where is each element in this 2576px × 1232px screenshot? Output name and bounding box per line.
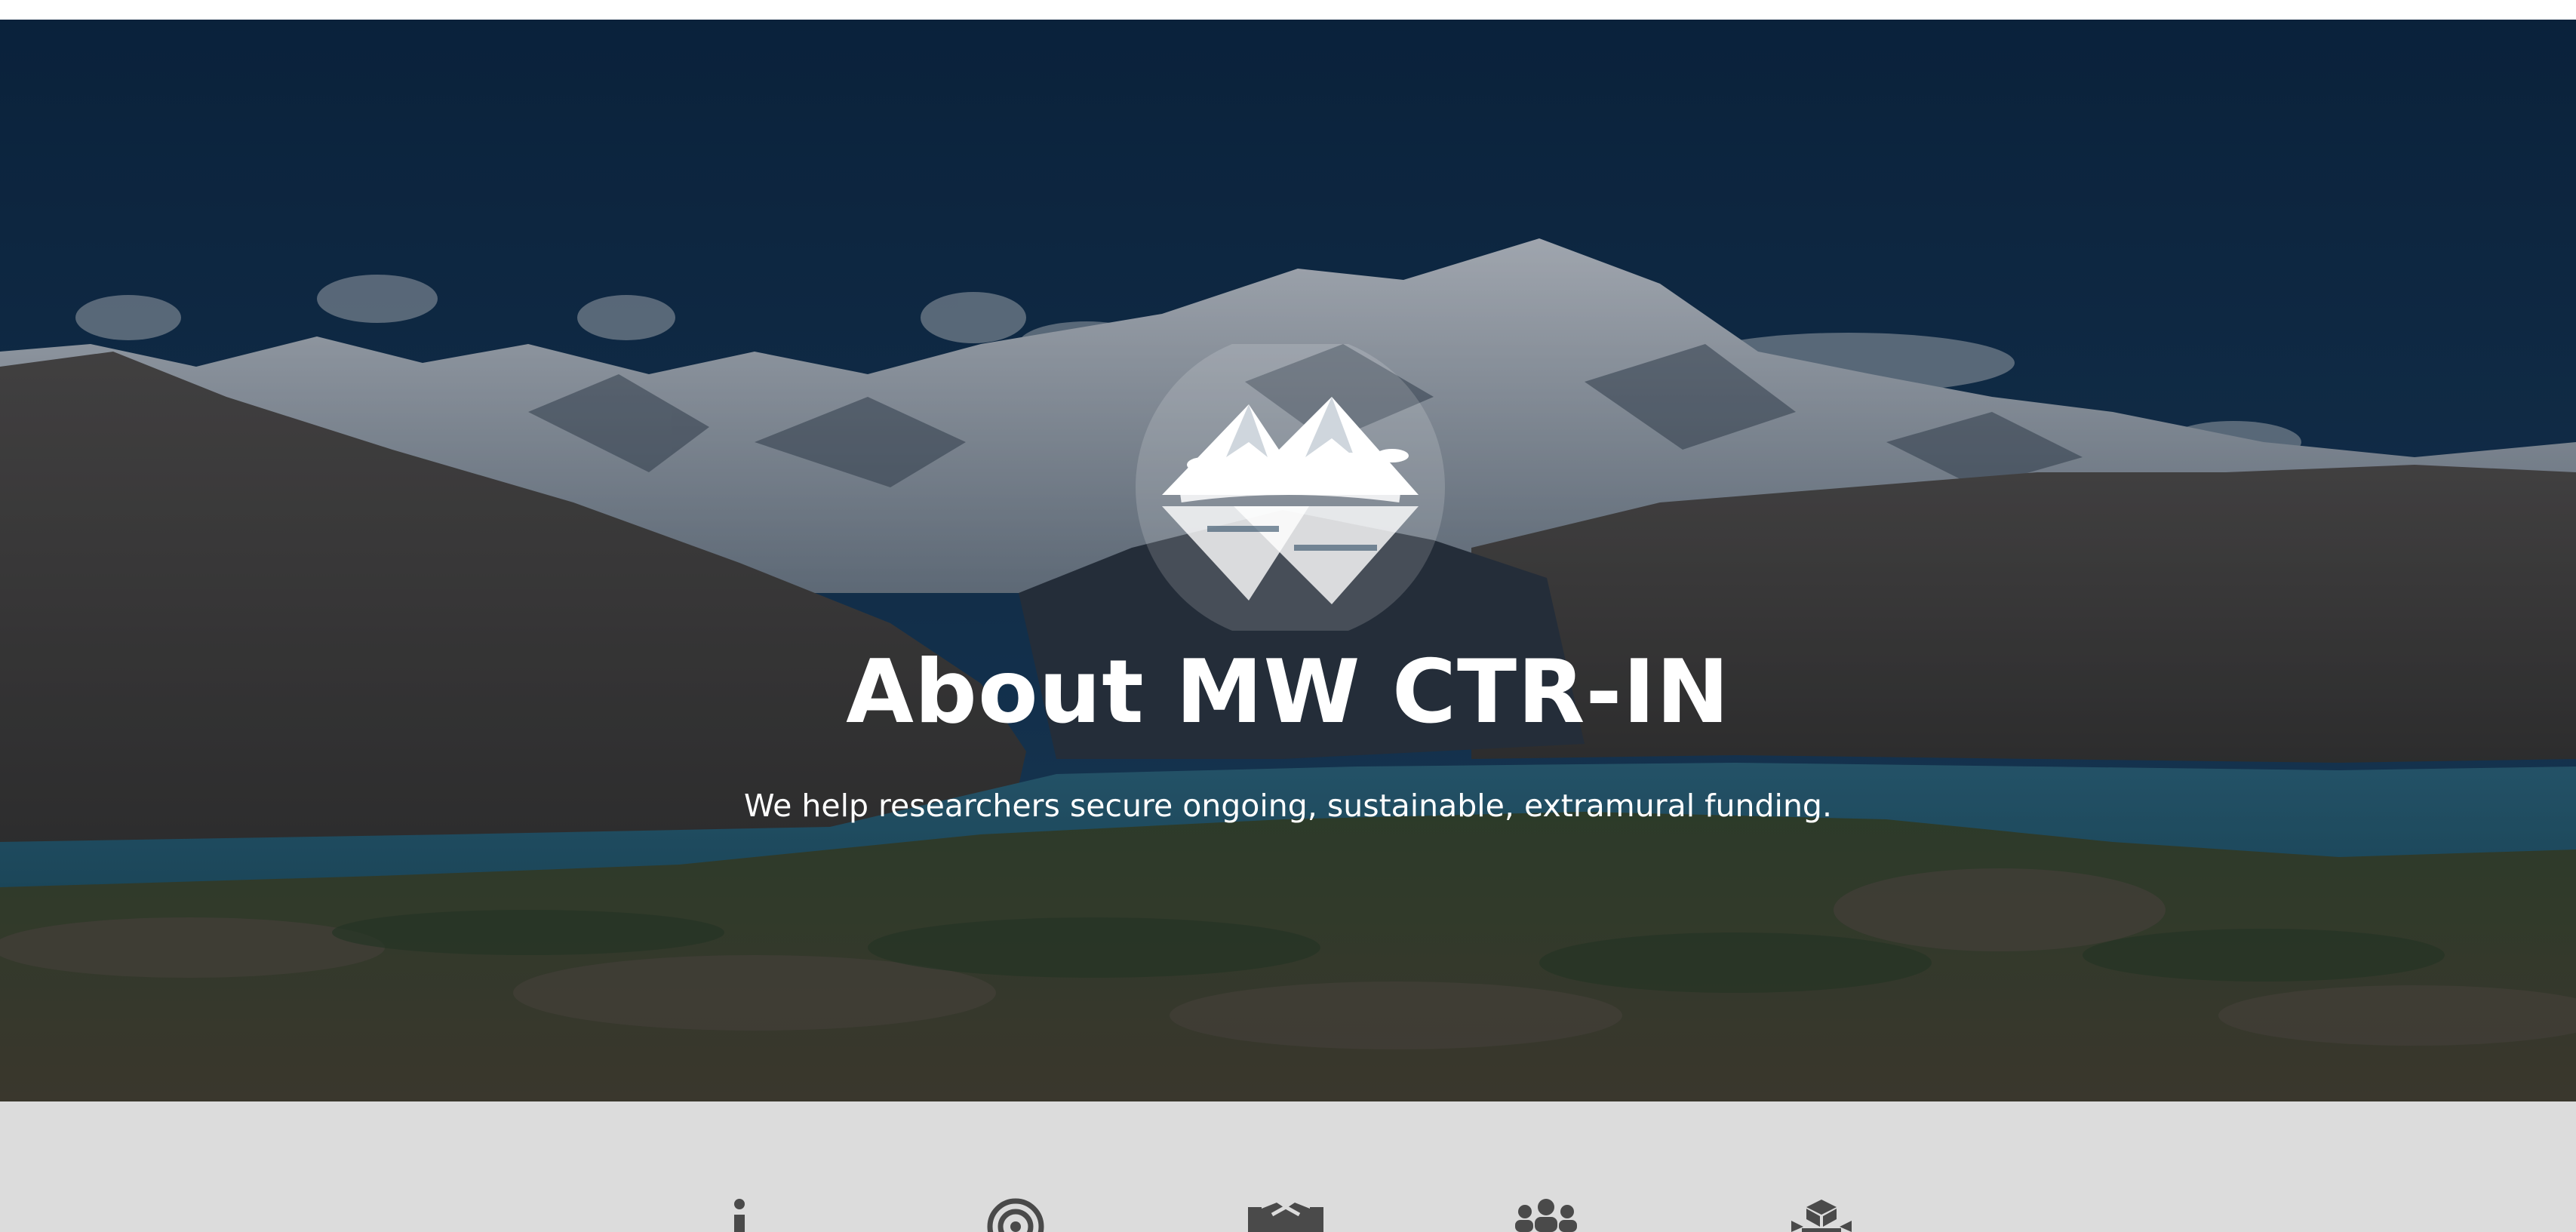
info-icon xyxy=(734,1199,745,1232)
page-title: About MW CTR-IN xyxy=(846,641,1730,743)
hero-banner: About MW CTR-IN We help researchers secu… xyxy=(0,20,2576,1101)
handshake-icon xyxy=(1248,1203,1323,1232)
group-icon xyxy=(1515,1199,1577,1232)
mountain-reflection-logo-icon xyxy=(1136,344,1445,631)
target-icon xyxy=(987,1198,1044,1232)
hero-subtitle: We help researchers secure ongoing, sust… xyxy=(743,788,1832,824)
stack-icon xyxy=(1791,1200,1852,1232)
features-strip xyxy=(0,1101,2576,1232)
top-bar xyxy=(0,0,2576,20)
